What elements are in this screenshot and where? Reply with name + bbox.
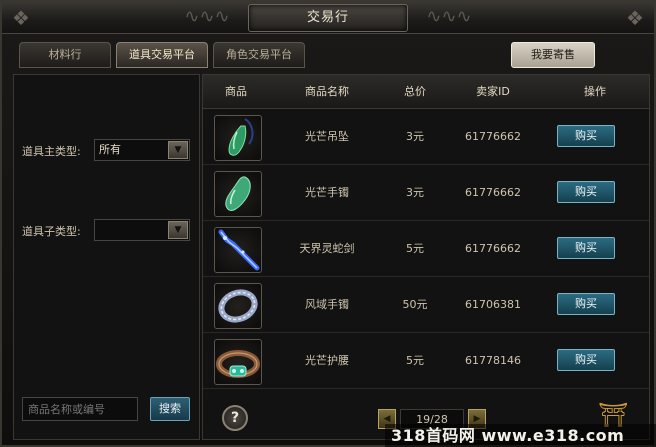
item-slot[interactable] (214, 227, 262, 273)
tab-material-market[interactable]: 材料行 (19, 42, 111, 68)
watermark: 318首码网 www.e318.com (385, 424, 656, 447)
seller-id: 61776662 (465, 130, 521, 143)
item-listing-table: 商品 商品名称 总价 卖家ID 操作 光芒吊坠 3元 61776662 购买 光… (202, 74, 650, 440)
title-bar: ❖ ∿∿∿ 交易行 ∿∿∿ ❖ (2, 2, 654, 34)
consign-sell-button[interactable]: 我要寄售 (511, 42, 595, 68)
item-price: 3元 (406, 130, 424, 143)
blue-snake-sword-icon (218, 229, 260, 271)
item-name: 光芒吊坠 (305, 130, 349, 143)
column-header: 商品 (225, 85, 247, 98)
main-type-value: 所有 (99, 143, 121, 156)
silver-bracelet-icon (218, 289, 258, 323)
sub-type-select[interactable]: ▼ (94, 219, 190, 241)
buy-button[interactable]: 购买 (557, 125, 615, 147)
tab-character-trading[interactable]: 角色交易平台 (213, 42, 305, 68)
buy-button[interactable]: 购买 (557, 293, 615, 315)
corner-ornament-icon: ❖ (626, 6, 644, 30)
item-name: 光芒护腰 (305, 354, 349, 367)
item-slot[interactable] (214, 283, 262, 329)
main-type-label: 道具主类型: (22, 145, 81, 158)
search-button[interactable]: 搜索 (150, 397, 190, 421)
jade-bracelet-icon (225, 176, 251, 211)
table-row: 光芒护腰 5元 61778146 购买 (203, 333, 649, 389)
dragon-ornament-icon: ∿∿∿ (426, 6, 472, 27)
help-icon[interactable]: ? (222, 405, 248, 431)
seller-id: 61776662 (465, 242, 521, 255)
seller-id: 61776662 (465, 186, 521, 199)
column-header: 操作 (584, 85, 606, 98)
table-row: 天界灵蛇剑 5元 61776662 购买 (203, 221, 649, 277)
dragon-ornament-icon: ∿∿∿ (184, 6, 230, 27)
item-price: 5元 (406, 242, 424, 255)
item-name: 光芒手镯 (305, 186, 349, 199)
item-name: 风域手镯 (305, 298, 349, 311)
green-pendant-icon (228, 118, 254, 156)
main-type-select[interactable]: 所有 ▼ (94, 139, 190, 161)
window-title: 交易行 (248, 4, 408, 32)
table-row: 光芒手镯 3元 61776662 购买 (203, 165, 649, 221)
item-slot[interactable] (214, 339, 262, 385)
table-row: 风域手镯 50元 61706381 购买 (203, 277, 649, 333)
table-row: 光芒吊坠 3元 61776662 购买 (203, 109, 649, 165)
corner-ornament-icon: ❖ (12, 6, 30, 30)
filter-panel: 道具主类型: 所有 ▼ 道具子类型: ▼ 搜索 (13, 74, 200, 440)
seller-id: 61706381 (465, 298, 521, 311)
trading-window: ❖ ∿∿∿ 交易行 ∿∿∿ ❖ 材料行 道具交易平台 角色交易平台 我要寄售 道… (0, 0, 656, 447)
table-header: 商品 商品名称 总价 卖家ID 操作 (203, 75, 649, 109)
item-slot[interactable] (214, 171, 262, 217)
buy-button[interactable]: 购买 (557, 181, 615, 203)
seller-id: 61778146 (465, 354, 521, 367)
item-price: 3元 (406, 186, 424, 199)
item-name: 天界灵蛇剑 (299, 242, 355, 255)
column-header: 商品名称 (305, 85, 349, 98)
column-header: 总价 (404, 85, 426, 98)
tab-item-trading[interactable]: 道具交易平台 (116, 42, 208, 68)
dropdown-arrow-icon[interactable]: ▼ (168, 221, 188, 239)
dropdown-arrow-icon[interactable]: ▼ (168, 141, 188, 159)
item-slot[interactable] (214, 115, 262, 161)
column-header: 卖家ID (476, 85, 510, 98)
search-input[interactable] (22, 397, 138, 421)
item-price: 5元 (406, 354, 424, 367)
sub-type-label: 道具子类型: (22, 225, 81, 238)
jade-belt-icon (216, 350, 260, 378)
buy-button[interactable]: 购买 (557, 237, 615, 259)
item-price: 50元 (402, 298, 428, 311)
buy-button[interactable]: 购买 (557, 349, 615, 371)
